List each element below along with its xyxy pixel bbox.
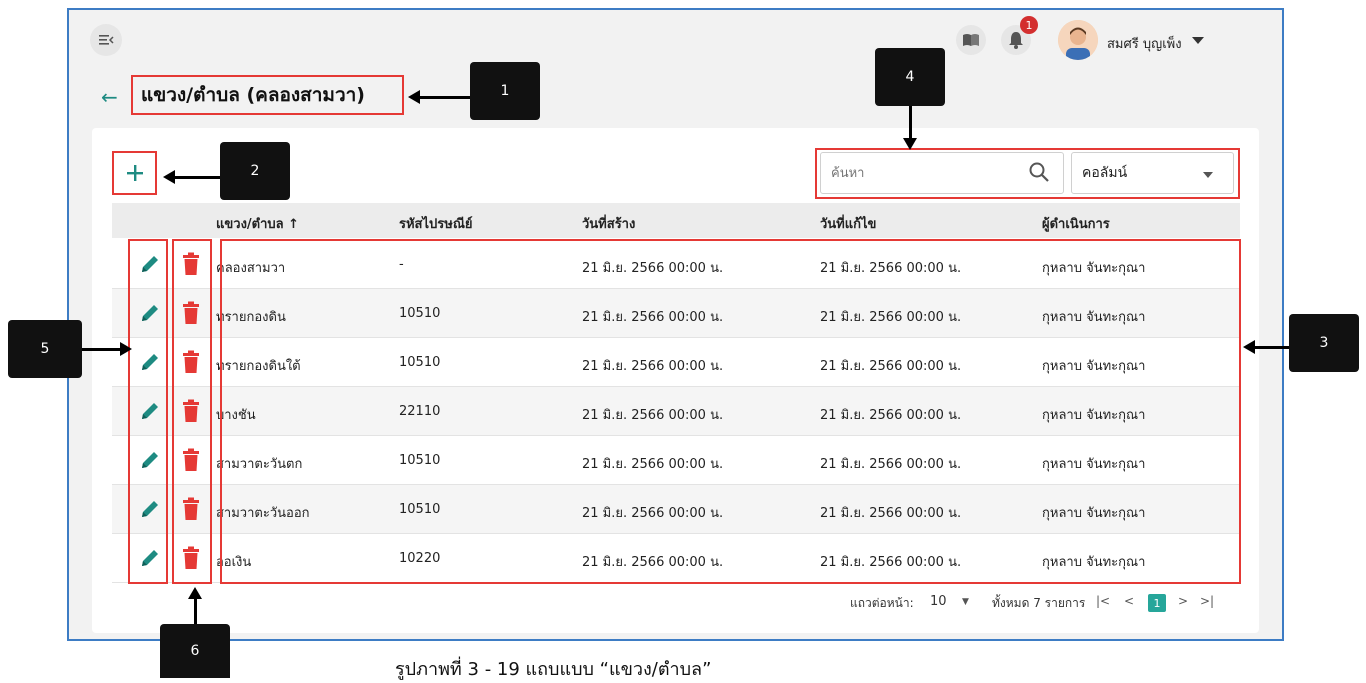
column-header-operator[interactable]: ผู้ดำเนินการ — [1042, 213, 1110, 234]
avatar[interactable] — [1058, 20, 1098, 60]
rows-per-page-label: แถวต่อหน้า: — [850, 596, 914, 610]
plus-icon — [126, 165, 143, 181]
rows-per-page-value[interactable]: 10 — [930, 594, 947, 614]
column-select-label: คอลัมน์ — [1082, 165, 1128, 181]
search-icon[interactable] — [1028, 161, 1050, 183]
callout-3-arrowhead — [1243, 340, 1255, 354]
callout-2-line — [175, 176, 220, 179]
total-count: ทั้งหมด 7 รายการ — [992, 596, 1086, 610]
last-page-icon[interactable]: >| — [1200, 594, 1214, 608]
callout-5: 5 — [8, 320, 82, 378]
page-number-current[interactable]: 1 — [1148, 594, 1166, 612]
callout-5-line — [82, 348, 122, 351]
next-page-icon[interactable]: > — [1178, 594, 1188, 608]
column-header-name[interactable]: แขวง/ตำบล ↑ — [216, 213, 299, 234]
edit-column-highlight — [128, 239, 168, 584]
callout-6-arrowhead — [188, 587, 202, 599]
callout-4: 4 — [875, 48, 945, 106]
callout-5-arrowhead — [120, 342, 132, 356]
callout-1: 1 — [470, 62, 540, 120]
column-select[interactable]: คอลัมน์ — [1071, 152, 1234, 194]
callout-6-line — [194, 598, 197, 624]
callout-1-arrowhead — [408, 90, 420, 104]
user-menu-chevron-down-icon[interactable] — [1192, 37, 1204, 44]
add-button[interactable] — [112, 151, 157, 195]
column-header-created[interactable]: วันที่สร้าง — [582, 213, 635, 234]
page-title-highlight: แขวง/ตำบล (คลองสามวา) — [131, 75, 404, 115]
data-rows-highlight — [220, 239, 1241, 584]
figure-caption: รูปภาพที่ 3 - 19 แถบแบบ “แขวง/ตำบล” — [395, 659, 712, 680]
manual-button[interactable] — [956, 25, 986, 55]
first-page-icon[interactable]: |< — [1096, 594, 1110, 608]
callout-3-line — [1255, 346, 1289, 349]
menu-collapse-icon — [99, 35, 114, 45]
rows-per-page-chevron-down-icon[interactable]: ▼ — [962, 597, 969, 607]
back-arrow-icon[interactable]: ← — [101, 85, 118, 109]
callout-4-arrowhead — [903, 138, 917, 150]
page-title: แขวง/ตำบล (คลองสามวา) — [141, 84, 365, 106]
callout-6: 6 — [160, 624, 230, 678]
username[interactable]: สมศรี บุญเพ็ง — [1107, 33, 1182, 54]
delete-column-highlight — [172, 239, 212, 584]
notification-badge: 1 — [1020, 16, 1038, 34]
column-header-modified[interactable]: วันที่แก้ไข — [820, 213, 876, 234]
chevron-down-icon — [1203, 172, 1213, 178]
callout-4-line — [909, 106, 912, 140]
callout-1-line — [420, 96, 470, 99]
user-avatar-icon — [1058, 20, 1098, 60]
column-header-postcode[interactable]: รหัสไปรษณีย์ — [399, 213, 473, 234]
table-header: แขวง/ตำบล ↑ รหัสไปรษณีย์ วันที่สร้าง วัน… — [112, 203, 1240, 238]
callout-3: 3 — [1289, 314, 1359, 372]
callout-2-arrowhead — [163, 170, 175, 184]
book-icon — [963, 34, 979, 46]
prev-page-icon[interactable]: < — [1124, 594, 1134, 608]
menu-toggle-button[interactable] — [90, 24, 122, 56]
callout-2: 2 — [220, 142, 290, 200]
bell-icon — [1009, 32, 1023, 49]
